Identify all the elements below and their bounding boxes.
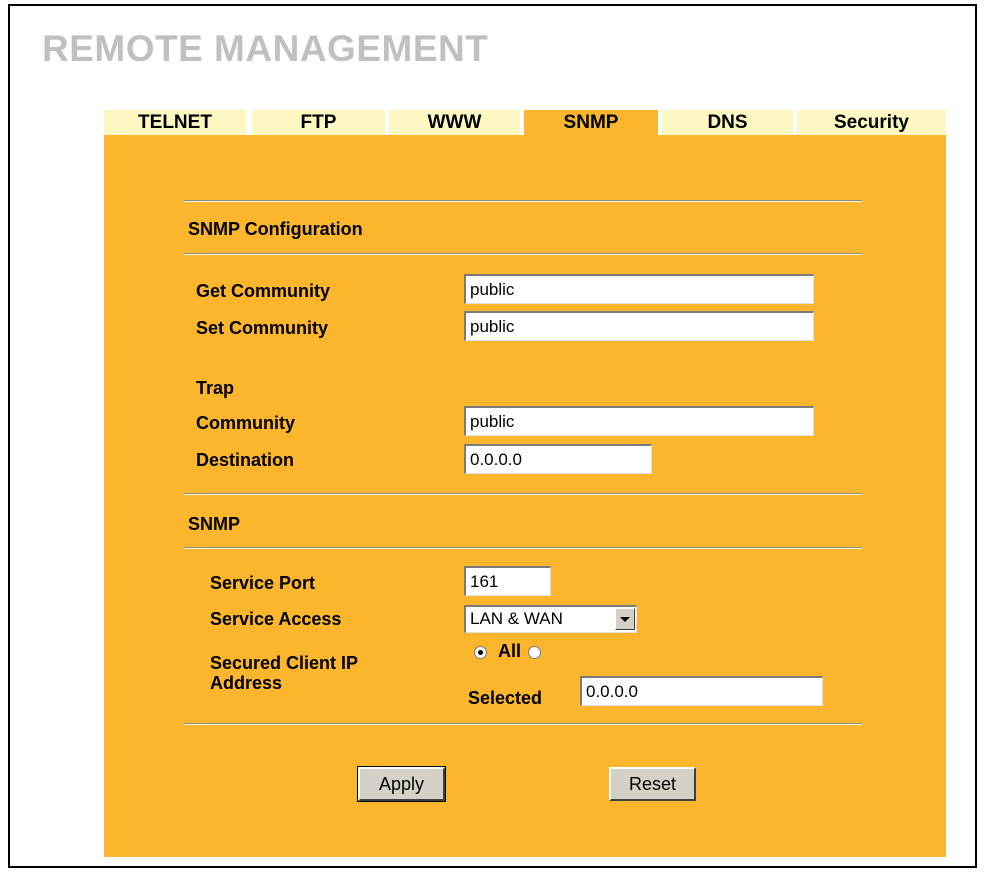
divider — [184, 253, 862, 255]
radio-all-label: All — [498, 641, 522, 661]
get-community-label: Get Community — [196, 281, 331, 301]
trap-destination-label: Destination — [196, 450, 295, 470]
set-community-input[interactable] — [464, 311, 814, 341]
selected-ip-input[interactable] — [580, 676, 823, 706]
trap-label: Trap — [196, 378, 235, 398]
service-port-label: Service Port — [210, 573, 316, 593]
divider — [184, 723, 862, 725]
divider — [184, 493, 862, 495]
content-panel: SNMP Configuration Get Community Set Com… — [104, 135, 946, 857]
service-access-label: Service Access — [210, 609, 342, 629]
service-access-select[interactable]: LAN & WAN — [464, 605, 637, 633]
tab-security[interactable]: Security — [797, 110, 946, 135]
radio-selected-dot — [478, 650, 483, 655]
tab-telnet[interactable]: TELNET — [104, 110, 246, 135]
secured-client-ip-label-line2: Address — [210, 673, 283, 693]
section-heading-snmp: SNMP — [188, 514, 241, 534]
reset-button[interactable]: Reset — [609, 767, 696, 801]
tab-snmp[interactable]: SNMP — [524, 110, 658, 135]
trap-community-label: Community — [196, 413, 295, 433]
radio-selected[interactable] — [528, 646, 541, 659]
chevron-down-icon[interactable] — [615, 608, 635, 630]
get-community-input[interactable] — [464, 274, 814, 304]
trap-destination-input[interactable] — [464, 444, 652, 474]
tab-www[interactable]: WWW — [389, 110, 520, 135]
apply-button[interactable]: Apply — [357, 766, 446, 802]
service-access-value: LAN & WAN — [470, 609, 563, 628]
divider — [184, 547, 862, 549]
trap-community-input[interactable] — [464, 406, 814, 436]
radio-all[interactable] — [474, 646, 487, 659]
tab-ftp[interactable]: FTP — [252, 110, 385, 135]
section-heading-snmp-configuration: SNMP Configuration — [188, 219, 363, 239]
page-title: REMOTE MANAGEMENT — [42, 28, 489, 69]
tab-dns[interactable]: DNS — [662, 110, 793, 135]
selected-label: Selected — [468, 688, 543, 708]
service-port-input[interactable] — [464, 566, 551, 596]
secured-client-ip-label: Secured Client IP — [210, 653, 359, 673]
set-community-label: Set Community — [196, 318, 329, 338]
divider — [184, 200, 862, 202]
